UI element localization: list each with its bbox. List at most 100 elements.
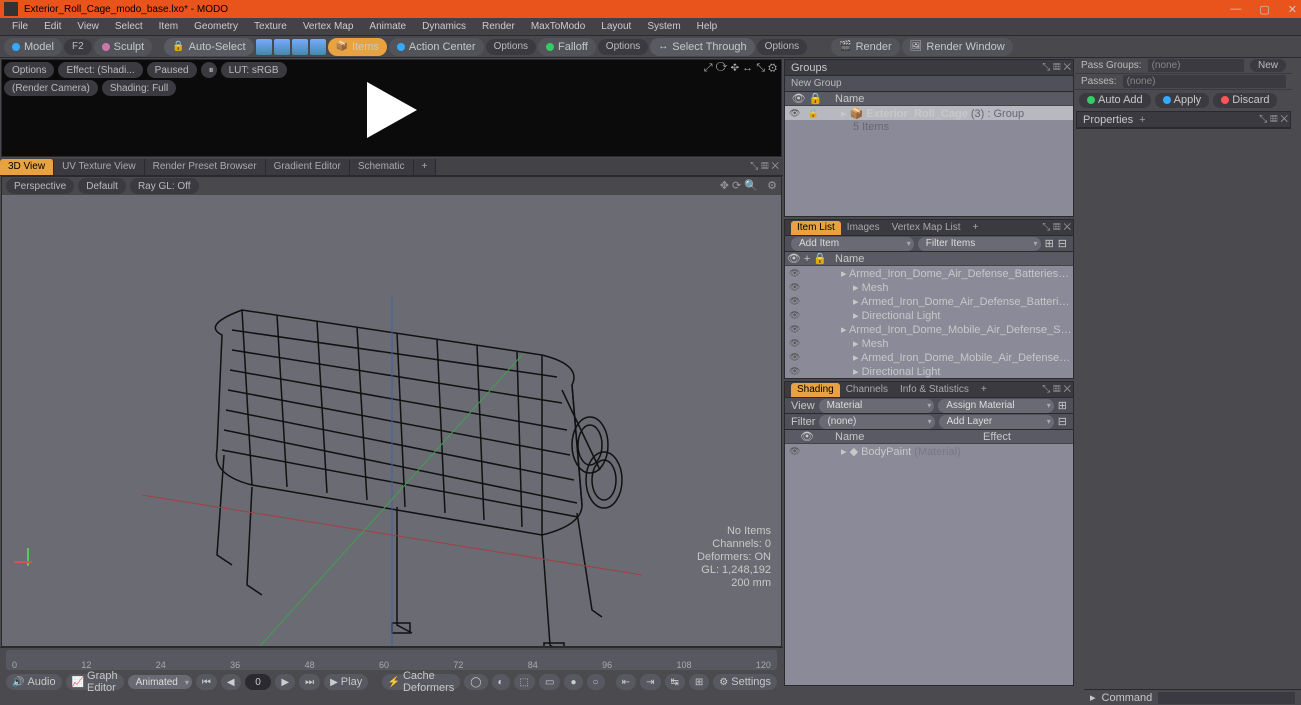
menu-item[interactable]: Item xyxy=(151,21,186,32)
panel-ctrl-icons[interactable]: ⤡ ▦ ✕ xyxy=(1042,222,1071,233)
passgroups-dropdown[interactable]: (none) xyxy=(1148,59,1244,72)
menu-select[interactable]: Select xyxy=(107,21,151,32)
menu-geometry[interactable]: Geometry xyxy=(186,21,246,32)
preview-view-icons[interactable]: ⤢ ⟳ ✥ ↔ ⤡ ⚙ xyxy=(704,62,777,75)
maximize-icon[interactable]: ▢ xyxy=(1259,3,1269,16)
tl-icon-5[interactable]: ● xyxy=(564,674,582,690)
menu-texture[interactable]: Texture xyxy=(246,21,295,32)
tl-icon-7[interactable]: ⇤ xyxy=(616,674,636,690)
menu-maxtomodo[interactable]: MaxToModo xyxy=(523,21,593,32)
view-dropdown[interactable]: Material xyxy=(819,399,935,413)
falloff-button[interactable]: Falloff xyxy=(538,38,596,56)
view-tab[interactable]: Gradient Editor xyxy=(266,159,350,175)
preview-camera[interactable]: (Render Camera) xyxy=(4,80,98,96)
itemlist-tab[interactable]: Images xyxy=(841,221,886,235)
group-subrow[interactable]: 5 Items xyxy=(785,120,1073,134)
cmd-history-icon[interactable]: ▸ xyxy=(1090,691,1096,704)
view-tab[interactable]: + xyxy=(414,159,437,175)
tl-first-icon[interactable]: ⏮ xyxy=(196,674,217,690)
item-row[interactable]: 👁▸ Armed_Iron_Dome_Mobile_Air_Defense_Sy… xyxy=(785,322,1073,336)
discard-button[interactable]: Discard xyxy=(1213,93,1277,108)
menu-animate[interactable]: Animate xyxy=(361,21,414,32)
sculpt-button[interactable]: Sculpt xyxy=(94,38,153,56)
play-button[interactable]: ▶Play xyxy=(324,674,368,690)
tl-icon-9[interactable]: ↹ xyxy=(665,674,685,690)
grapheditor-button[interactable]: 📈Graph Editor xyxy=(66,674,124,690)
menu-view[interactable]: View xyxy=(69,21,107,32)
filter-icon[interactable]: ⊞ xyxy=(1045,237,1054,250)
tl-icon-10[interactable]: ⊞ xyxy=(689,674,709,690)
options-button-3[interactable]: Options xyxy=(757,39,807,55)
options-button-2[interactable]: Options xyxy=(598,39,648,55)
vp-default[interactable]: Default xyxy=(78,178,126,194)
item-row[interactable]: 👁▸ Armed_Iron_Dome_Air_Defense_Batteries… xyxy=(785,266,1073,280)
menu-dynamics[interactable]: Dynamics xyxy=(414,21,474,32)
filter-dropdown[interactable]: (none) xyxy=(819,415,934,429)
itemlist-tab[interactable]: Item List xyxy=(791,221,841,235)
sh-icon-2[interactable]: ⊟ xyxy=(1058,415,1067,428)
autoselect-button[interactable]: 🔒Auto-Select xyxy=(164,38,253,56)
tl-prev-icon[interactable]: ◀ xyxy=(221,674,241,690)
filteritems-dropdown[interactable]: Filter Items xyxy=(918,237,1041,251)
shading-tab[interactable]: Channels xyxy=(840,383,894,397)
menu-edit[interactable]: Edit xyxy=(36,21,69,32)
axis-gizmo-icon[interactable] xyxy=(14,548,42,576)
assign-material-button[interactable]: Assign Material xyxy=(938,399,1054,413)
panel-ctrl-icons[interactable]: ⤡ ▦ ✕ xyxy=(1042,384,1071,395)
menu-render[interactable]: Render xyxy=(474,21,523,32)
item-row[interactable]: 👁▸ Directional Light xyxy=(785,364,1073,378)
view-tab[interactable]: 3D View xyxy=(0,159,54,175)
audio-button[interactable]: 🔊Audio xyxy=(6,674,62,690)
apply-button[interactable]: Apply xyxy=(1155,93,1210,108)
tl-icon-8[interactable]: ⇥ xyxy=(640,674,660,690)
menu-help[interactable]: Help xyxy=(689,21,726,32)
item-row[interactable]: 👁▸ Mesh xyxy=(785,280,1073,294)
vp-raygl[interactable]: Ray GL: Off xyxy=(130,178,199,194)
command-input[interactable] xyxy=(1158,692,1295,704)
view-tab[interactable]: UV Texture View xyxy=(54,159,145,175)
itemlist-tab[interactable]: + xyxy=(967,221,985,235)
tl-icon-2[interactable]: ◐ xyxy=(492,674,510,690)
play-icon[interactable] xyxy=(367,82,417,138)
tl-next-icon[interactable]: ▶ xyxy=(275,674,295,690)
preview-lut[interactable]: LUT: sRGB xyxy=(221,62,287,78)
preview-pause-icon[interactable]: ⏸ xyxy=(201,62,217,78)
renderwindow-button[interactable]: 🖼Render Window xyxy=(902,38,1013,56)
preview-paused[interactable]: Paused xyxy=(147,62,197,78)
menu-vertexmap[interactable]: Vertex Map xyxy=(295,21,362,32)
item-row[interactable]: 👁▸ Armed_Iron_Dome_Air_Defense_Batteries… xyxy=(785,294,1073,308)
tl-icon-4[interactable]: ▭ xyxy=(539,674,560,690)
actioncenter-button[interactable]: Action Center xyxy=(389,38,484,56)
new-button[interactable]: New xyxy=(1250,59,1286,72)
model-button[interactable]: Model xyxy=(4,38,62,56)
close-icon[interactable]: ✕ xyxy=(1288,3,1297,16)
itemlist-tab[interactable]: Vertex Map List xyxy=(886,221,967,235)
viewport-ctrl-icons[interactable]: ⤡ ▦ ✕ xyxy=(750,161,779,172)
3d-viewport[interactable]: Perspective Default Ray GL: Off ✥ ⟳ 🔍 ⚙ xyxy=(1,176,782,647)
item-row[interactable]: 👁▸ Armed_Iron_Dome_Mobile_Air_Defense_Sy… xyxy=(785,350,1073,364)
addlayer-dropdown[interactable]: Add Layer xyxy=(939,415,1054,429)
menu-system[interactable]: System xyxy=(639,21,688,32)
cache-deformers-button[interactable]: ⚡Cache Deformers xyxy=(382,674,461,690)
frame-field[interactable]: 0 xyxy=(245,674,272,690)
panel-ctrl-icons[interactable]: ⤡ ▦ ✕ xyxy=(1042,62,1071,73)
add-property-icon[interactable]: + xyxy=(1139,114,1145,126)
tl-icon-1[interactable]: ◯ xyxy=(464,674,487,690)
view-tab[interactable]: Schematic xyxy=(350,159,414,175)
item-row[interactable]: 👁▸ Directional Light xyxy=(785,308,1073,322)
render-button[interactable]: 🎬Render xyxy=(831,38,900,56)
items-button[interactable]: 📦Items xyxy=(328,38,387,56)
vp-nav-icons[interactable]: ✥ ⟳ 🔍 ⚙ xyxy=(720,179,777,192)
filter-icon-2[interactable]: ⊟ xyxy=(1058,237,1067,250)
minimize-icon[interactable]: — xyxy=(1230,3,1241,16)
shading-tab[interactable]: + xyxy=(975,383,993,397)
shading-tab[interactable]: Info & Statistics xyxy=(894,383,975,397)
autoadd-button[interactable]: Auto Add xyxy=(1079,93,1151,108)
view-tab[interactable]: Render Preset Browser xyxy=(145,159,266,175)
settings-button[interactable]: ⚙Settings xyxy=(713,674,777,690)
tl-icon-6[interactable]: ○ xyxy=(587,674,605,690)
menu-layout[interactable]: Layout xyxy=(593,21,639,32)
tl-icon-3[interactable]: ⬚ xyxy=(514,674,535,690)
preview-options[interactable]: Options xyxy=(4,62,54,78)
group-row[interactable]: 👁 🔒▸ 📦 Exterior_Roll_Cage (3) : Group xyxy=(785,106,1073,120)
